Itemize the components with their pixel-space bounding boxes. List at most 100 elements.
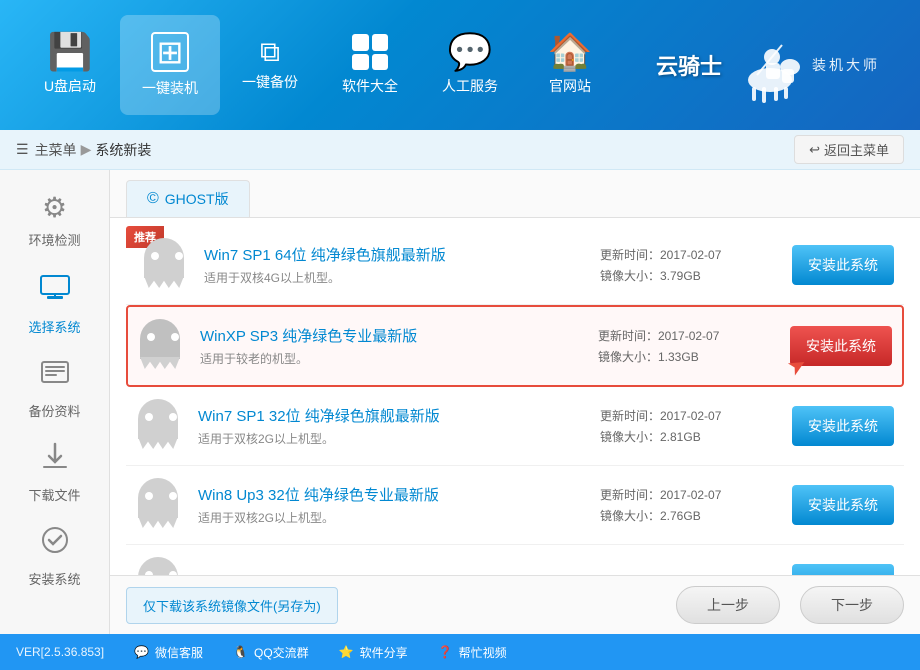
download-icon xyxy=(39,440,71,479)
sidebar-item-install-sys[interactable]: 安装系统 xyxy=(10,516,100,596)
sidebar-download-label: 下载文件 xyxy=(28,485,80,504)
nav-website-label: 官网站 xyxy=(549,76,591,96)
ghost-icon-1 xyxy=(138,319,188,373)
share-label: 软件分享 xyxy=(360,644,408,661)
env-check-icon: ⚙ xyxy=(42,191,67,224)
system-meta-4: 更新时间：2017-02-07 xyxy=(600,574,780,576)
nav-backup-label: 一键备份 xyxy=(242,72,298,92)
sidebar-item-env-check[interactable]: ⚙ 环境检测 xyxy=(10,180,100,260)
website-icon: 🏠 xyxy=(548,34,593,70)
sidebar-item-select-system[interactable]: 选择系统 xyxy=(10,264,100,344)
back-button[interactable]: ↩ 返回主菜单 xyxy=(794,135,904,164)
qq-label: QQ交流群 xyxy=(254,644,309,661)
nav-onekey-install[interactable]: ⊞ 一键装机 xyxy=(120,15,220,115)
software-icon xyxy=(352,34,388,70)
tab-bar: © GHOST版 xyxy=(110,170,920,218)
status-qq[interactable]: 🐧 QQ交流群 xyxy=(233,644,309,661)
logo-knight-icon xyxy=(732,25,802,105)
status-share[interactable]: ⭐ 软件分享 xyxy=(339,644,408,661)
system-desc-3: 适用于双核2G以上机型。 xyxy=(198,509,588,526)
app-logo: 云骑士 xyxy=(656,25,900,105)
sidebar-backup-label: 备份资料 xyxy=(28,401,80,420)
status-wechat[interactable]: 💬 微信客服 xyxy=(134,644,203,661)
system-name-3[interactable]: Win8 Up3 32位 纯净绿色专业最新版 xyxy=(198,484,588,505)
system-item-win8-64: Win8 Up3 64位 纯净绿色专业最新版 更新时间：2017-02-07 安… xyxy=(126,545,904,575)
system-info-1: WinXP SP3 纯净绿色专业最新版 适用于较老的机型。 xyxy=(200,325,586,367)
version-label: VER[2.5.36.853] xyxy=(16,645,104,659)
ghost-icon-4 xyxy=(136,557,186,575)
update-time-4: 更新时间：2017-02-07 xyxy=(600,574,780,576)
system-name-4[interactable]: Win8 Up3 64位 纯净绿色专业最新版 xyxy=(198,572,588,576)
help-icon: ❓ xyxy=(438,645,453,659)
app-header: 💾 U盘启动 ⊞ 一键装机 ⧉ 一键备份 软件大全 💬 人工服务 🏠 官网 xyxy=(0,0,920,130)
system-item-win7-32: Win7 SP1 32位 纯净绿色旗舰最新版 适用于双核2G以上机型。 更新时间… xyxy=(126,387,904,466)
nav-service[interactable]: 💬 人工服务 xyxy=(420,15,520,115)
system-item-winxp: WinXP SP3 纯净绿色专业最新版 适用于较老的机型。 更新时间：2017-… xyxy=(126,305,904,387)
next-button[interactable]: 下一步 xyxy=(800,586,904,624)
system-meta-3: 更新时间：2017-02-07 镜像大小：2.76GB xyxy=(600,486,780,524)
service-icon: 💬 xyxy=(448,34,493,70)
qq-icon: 🐧 xyxy=(233,645,248,659)
bottom-bar: 仅下载该系统镜像文件(另存为) 上一步 下一步 xyxy=(110,575,920,634)
update-time-2: 更新时间：2017-02-07 xyxy=(600,407,780,424)
tab-ghost[interactable]: © GHOST版 xyxy=(126,180,250,217)
install-btn-1[interactable]: 安装此系统 xyxy=(790,326,892,366)
system-name-0[interactable]: Win7 SP1 64位 纯净绿色旗舰最新版 xyxy=(204,244,588,265)
status-bar: VER[2.5.36.853] 💬 微信客服 🐧 QQ交流群 ⭐ 软件分享 ❓ … xyxy=(0,634,920,670)
nav-usb[interactable]: 💾 U盘启动 xyxy=(20,15,120,115)
backup-data-icon xyxy=(39,356,71,395)
prev-button[interactable]: 上一步 xyxy=(676,586,780,624)
system-desc-0: 适用于双核4G以上机型。 xyxy=(204,269,588,286)
nav-service-label: 人工服务 xyxy=(442,76,498,96)
update-time-3: 更新时间：2017-02-07 xyxy=(600,486,780,503)
nav-usb-label: U盘启动 xyxy=(44,76,96,96)
menu-icon: ☰ xyxy=(16,141,29,158)
sidebar-select-label: 选择系统 xyxy=(28,317,80,336)
nav-install-label: 一键装机 xyxy=(142,78,198,98)
help-label: 帮忙视频 xyxy=(459,644,507,661)
sidebar-item-download[interactable]: 下载文件 xyxy=(10,432,100,512)
ghost-tab-label: GHOST版 xyxy=(165,189,229,209)
system-meta-1: 更新时间：2017-02-07 镜像大小：1.33GB xyxy=(598,327,778,365)
system-desc-2: 适用于双核2G以上机型。 xyxy=(198,430,588,447)
back-btn-label: 返回主菜单 xyxy=(824,140,889,159)
main-layout: ⚙ 环境检测 选择系统 备份资料 xyxy=(0,170,920,634)
system-meta-0: 更新时间：2017-02-07 镜像大小：3.79GB xyxy=(600,246,780,284)
install-btn-0[interactable]: 安装此系统 xyxy=(792,245,894,285)
sidebar-item-backup[interactable]: 备份资料 xyxy=(10,348,100,428)
nav-software[interactable]: 软件大全 xyxy=(320,15,420,115)
system-name-1[interactable]: WinXP SP3 纯净绿色专业最新版 xyxy=(200,325,586,346)
usb-icon: 💾 xyxy=(48,34,93,70)
system-list: 推荐 Win7 SP1 64位 纯净绿色旗舰最新版 适用于双核4G以上机型。 更… xyxy=(110,218,920,575)
system-meta-2: 更新时间：2017-02-07 镜像大小：2.81GB xyxy=(600,407,780,445)
system-desc-1: 适用于较老的机型。 xyxy=(200,350,586,367)
nav-onekey-backup[interactable]: ⧉ 一键备份 xyxy=(220,15,320,115)
nav-website[interactable]: 🏠 官网站 xyxy=(520,15,620,115)
update-time-1: 更新时间：2017-02-07 xyxy=(598,327,778,344)
nav-software-label: 软件大全 xyxy=(342,76,398,96)
size-2: 镜像大小：2.81GB xyxy=(600,428,780,445)
ghost-icon-2 xyxy=(136,399,186,453)
system-info-0: Win7 SP1 64位 纯净绿色旗舰最新版 适用于双核4G以上机型。 xyxy=(204,244,588,286)
install-btn-3[interactable]: 安装此系统 xyxy=(792,485,894,525)
system-item-win8-32: Win8 Up3 32位 纯净绿色专业最新版 适用于双核2G以上机型。 更新时间… xyxy=(126,466,904,545)
sidebar: ⚙ 环境检测 选择系统 备份资料 xyxy=(0,170,110,634)
ghost-tab-icon: © xyxy=(147,190,159,208)
system-name-2[interactable]: Win7 SP1 32位 纯净绿色旗舰最新版 xyxy=(198,405,588,426)
sidebar-env-label: 环境检测 xyxy=(28,230,80,249)
install-sys-icon xyxy=(39,524,71,563)
wechat-label: 微信客服 xyxy=(155,644,203,661)
select-system-icon xyxy=(39,272,71,311)
system-item-win7-64: 推荐 Win7 SP1 64位 纯净绿色旗舰最新版 适用于双核4G以上机型。 更… xyxy=(126,226,904,305)
install-btn-4[interactable]: 安装此系统 xyxy=(792,564,894,575)
nav-bar: 💾 U盘启动 ⊞ 一键装机 ⧉ 一键备份 软件大全 💬 人工服务 🏠 官网 xyxy=(20,15,656,115)
install-btn-2[interactable]: 安装此系统 xyxy=(792,406,894,446)
update-time-0: 更新时间：2017-02-07 xyxy=(600,246,780,263)
download-only-button[interactable]: 仅下载该系统镜像文件(另存为) xyxy=(126,587,338,624)
breadcrumb-menu-link[interactable]: ☰ 主菜单 xyxy=(16,140,77,160)
backup-icon: ⧉ xyxy=(260,38,280,66)
status-help[interactable]: ❓ 帮忙视频 xyxy=(438,644,507,661)
breadcrumb-current: 系统新装 xyxy=(95,140,151,160)
size-0: 镜像大小：3.79GB xyxy=(600,267,780,284)
back-icon: ↩ xyxy=(809,142,820,158)
